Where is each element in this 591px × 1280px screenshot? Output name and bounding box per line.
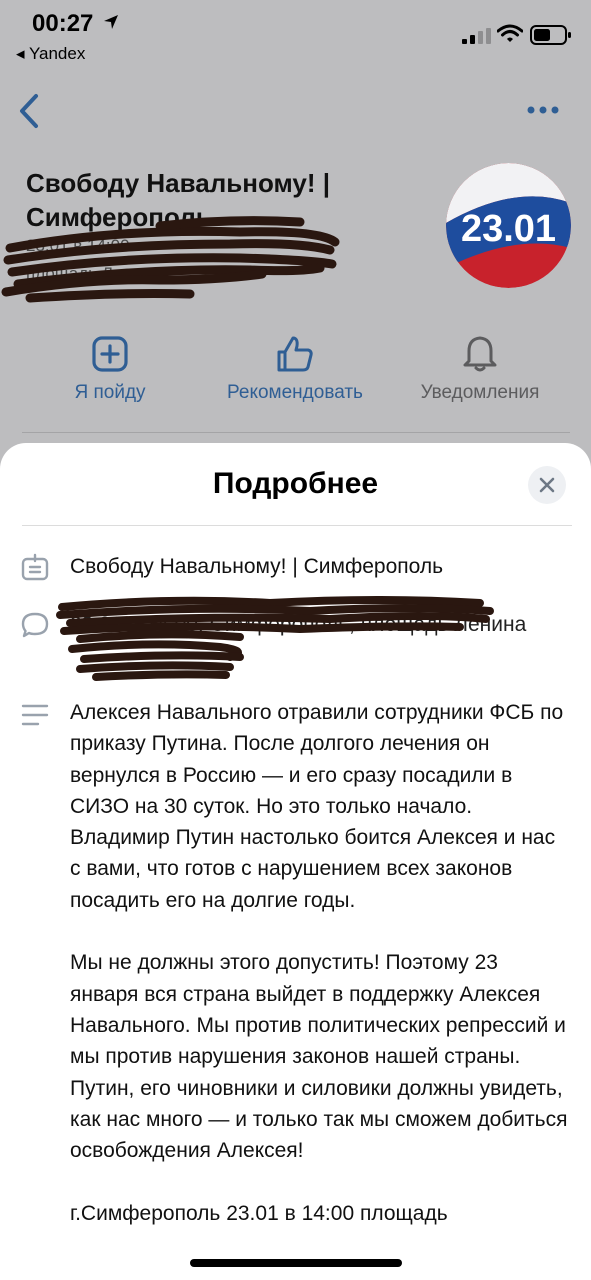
details-sheet: Подробнее Свободу Навальному! | Симфероп… xyxy=(0,443,591,1280)
recommend-button[interactable]: Рекомендовать xyxy=(210,334,380,404)
cellular-signal-icon xyxy=(462,28,491,44)
thumbs-up-icon xyxy=(277,336,313,372)
status-bar: 00:27 ◂ Yandex xyxy=(0,0,591,70)
event-avatar: 23.01 xyxy=(446,163,571,288)
notifications-label: Уведомления xyxy=(420,382,540,403)
location-arrow-icon xyxy=(104,15,118,29)
close-icon xyxy=(539,477,555,493)
event-description: Алексея Навального отравили сотрудники Ф… xyxy=(70,697,570,1229)
notifications-button[interactable]: Уведомления xyxy=(395,334,565,404)
comment-bubble-icon xyxy=(21,612,49,638)
bell-icon xyxy=(463,336,497,372)
attend-label: Я пойду xyxy=(74,382,146,403)
calendar-event-icon xyxy=(21,553,49,581)
more-dots-icon[interactable] xyxy=(525,98,561,122)
sheet-divider xyxy=(22,525,572,526)
wifi-icon xyxy=(497,24,523,42)
description-paragraph: г.Симферополь 23.01 в 14:00 площадь xyxy=(70,1201,448,1225)
divider xyxy=(22,432,570,433)
event-name: Свободу Навальному! | Симферополь xyxy=(70,555,444,578)
redaction-scribble xyxy=(1,216,340,303)
text-lines-icon xyxy=(21,704,49,726)
description-paragraph: Алексея Навального отравили сотрудники Ф… xyxy=(70,701,564,912)
description-paragraph: Мы не должны этого допустить! Поэтому 23… xyxy=(70,951,568,1163)
battery-icon xyxy=(530,25,571,45)
home-indicator xyxy=(190,1259,402,1267)
back-chevron-icon[interactable] xyxy=(14,92,46,130)
avatar-date-text: 23.01 xyxy=(461,208,556,250)
recommend-label: Рекомендовать xyxy=(227,382,363,403)
close-button[interactable] xyxy=(528,466,566,504)
attend-button[interactable]: Я пойду xyxy=(25,334,195,404)
redaction-scribble xyxy=(56,596,494,681)
back-to-app-link[interactable]: ◂ Yandex xyxy=(16,44,85,64)
plus-square-icon xyxy=(92,336,128,372)
sheet-title: Подробнее xyxy=(212,467,379,500)
status-time: 00:27 xyxy=(32,10,94,37)
